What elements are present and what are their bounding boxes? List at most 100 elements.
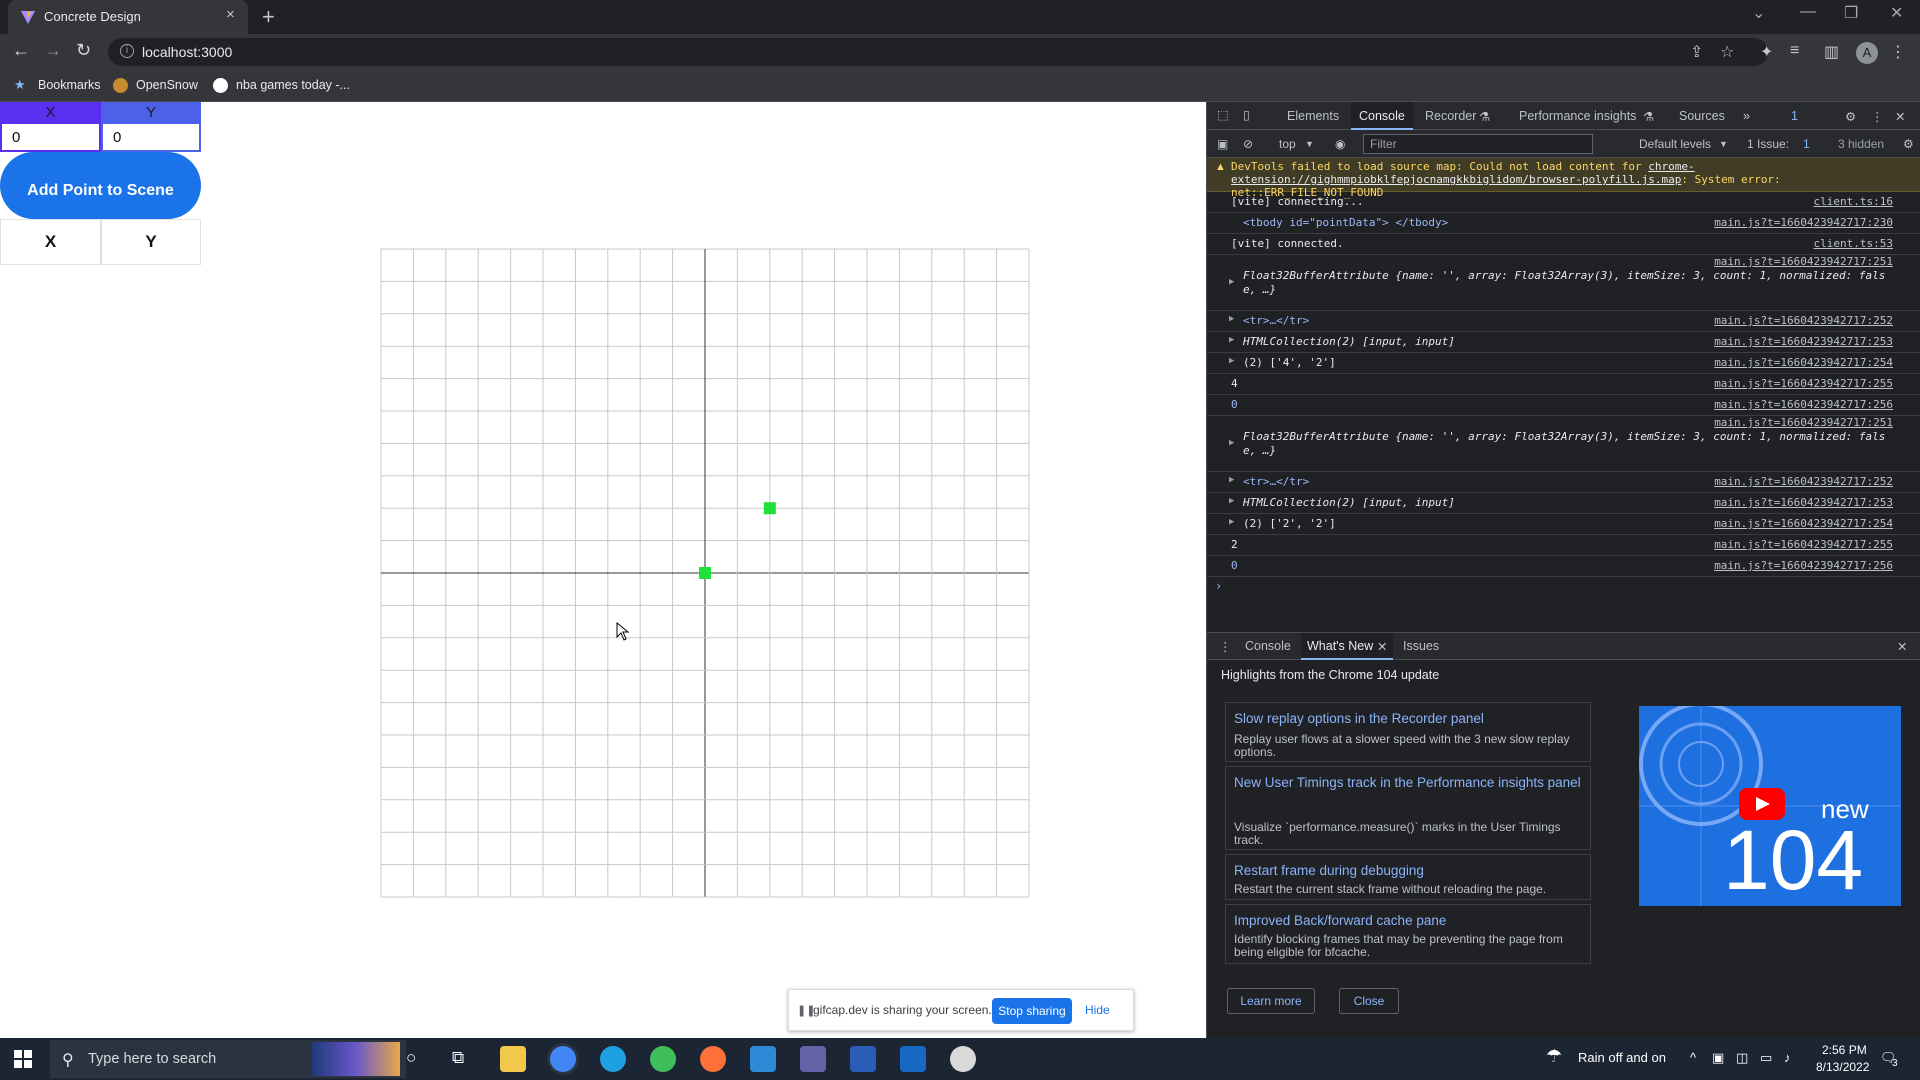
edge-icon[interactable] [600, 1046, 626, 1072]
feature-title[interactable]: Improved Back/forward cache pane [1234, 909, 1584, 933]
scene-point[interactable] [763, 502, 776, 515]
tab-recorder[interactable]: Recorder [1425, 109, 1476, 123]
taskbar-search[interactable]: ⚲ Type here to search [50, 1040, 406, 1078]
tab-sources[interactable]: Sources [1679, 109, 1725, 123]
scene-point[interactable] [699, 567, 711, 579]
console-row[interactable]: ▶ (2) ['2', '2'] main.js?t=1660423942717:2… [1207, 514, 1920, 535]
expand-triangle-icon[interactable]: ▶ [1229, 438, 1234, 448]
console-row[interactable]: ▶ Float32BufferAttribute {name: '', array… [1207, 255, 1920, 311]
teams-icon[interactable] [800, 1046, 826, 1072]
console-source-link[interactable]: client.ts:53 [1814, 237, 1893, 250]
new-tab-button[interactable]: + [262, 4, 275, 30]
tray-overflow-icon[interactable]: ^ [1690, 1050, 1696, 1065]
drawer-menu-icon[interactable]: ⋮ [1219, 639, 1232, 654]
feature-card[interactable]: Restart frame during debugging Restart t… [1225, 854, 1591, 900]
tab-elements[interactable]: Elements [1287, 109, 1339, 123]
bookmark-star-icon[interactable]: ☆ [1720, 42, 1734, 62]
expand-triangle-icon[interactable]: ▶ [1229, 314, 1234, 324]
clock-time[interactable]: 2:56 PM [1822, 1043, 1867, 1057]
reload-icon[interactable]: ↻ [76, 40, 91, 61]
console-row[interactable]: ▶ HTMLCollection(2) [input, input] main.js… [1207, 332, 1920, 353]
minimize-icon[interactable]: — [1800, 3, 1816, 21]
address-bar[interactable]: i localhost:3000 [108, 38, 1768, 66]
chat-app-icon[interactable] [650, 1046, 676, 1072]
expand-triangle-icon[interactable]: ▶ [1229, 335, 1234, 345]
console-source-link[interactable]: main.js?t=1660423942717:252 [1714, 314, 1893, 327]
console-row[interactable]: 0 main.js?t=1660423942717:256 [1207, 556, 1920, 577]
close-button[interactable]: Close [1339, 988, 1399, 1014]
console-row[interactable]: <tbody id="pointData"> </tbody> main.js?t… [1207, 213, 1920, 234]
console-row[interactable]: [vite] connecting... client.ts:16 [1207, 192, 1920, 213]
forward-icon[interactable]: → [44, 40, 62, 61]
expand-triangle-icon[interactable]: ▶ [1229, 496, 1234, 506]
console-row[interactable]: 4 main.js?t=1660423942717:255 [1207, 374, 1920, 395]
console-source-link[interactable]: main.js?t=1660423942717:254 [1714, 517, 1893, 530]
inspect-icon[interactable]: ⬚ [1217, 107, 1229, 122]
learn-more-button[interactable]: Learn more [1227, 988, 1315, 1014]
console-source-link[interactable]: main.js?t=1660423942717:251 [1714, 255, 1893, 268]
clock-date[interactable]: 8/13/2022 [1816, 1060, 1869, 1074]
mail-icon[interactable] [900, 1046, 926, 1072]
task-view-icon[interactable]: ⧉ [452, 1048, 464, 1068]
windows-start-icon[interactable] [14, 1050, 32, 1068]
chrome-104-video-thumbnail[interactable]: new 104 [1639, 706, 1901, 906]
console-source-link[interactable]: main.js?t=1660423942717:253 [1714, 335, 1893, 348]
expand-triangle-icon[interactable]: ▶ [1229, 277, 1234, 287]
cortana-icon[interactable]: ○ [406, 1048, 416, 1068]
drawer-tab-console[interactable]: Console [1245, 639, 1291, 653]
file-explorer-icon[interactable] [500, 1046, 526, 1072]
console-filter-input[interactable]: Filter [1363, 134, 1593, 154]
firefox-icon[interactable] [700, 1046, 726, 1072]
bookmark-item-opensnow[interactable]: OpenSnow [136, 78, 198, 92]
context-select[interactable]: top [1279, 137, 1296, 151]
console-row[interactable]: 2 main.js?t=1660423942717:255 [1207, 535, 1920, 556]
clear-console-icon[interactable]: ⊘ [1243, 137, 1253, 151]
feature-title[interactable]: Restart frame during debugging [1234, 859, 1584, 883]
customize-menu-icon[interactable]: ⋮ [1871, 109, 1884, 124]
console-source-link[interactable]: main.js?t=1660423942717:255 [1714, 377, 1893, 390]
restore-icon[interactable]: ❐ [1844, 3, 1858, 23]
messages-badge[interactable]: 1 [1791, 109, 1798, 123]
drawer-tab-whats-new[interactable]: What's New [1307, 639, 1373, 653]
log-levels-select[interactable]: Default levels [1639, 137, 1711, 151]
console-row[interactable]: ▶ <tr>…</tr> main.js?t=1660423942717:252 [1207, 311, 1920, 332]
bookmark-item-bookmarks[interactable]: Bookmarks [38, 78, 101, 92]
drawer-tab-issues[interactable]: Issues [1403, 639, 1439, 653]
browser-tab[interactable]: Concrete Design × [8, 0, 248, 34]
weather-icon[interactable]: ☂ [1546, 1046, 1562, 1067]
expand-triangle-icon[interactable]: ▶ [1229, 475, 1234, 485]
sidebar-toggle-icon[interactable]: ▣ [1217, 137, 1228, 151]
whats-new-close-icon[interactable]: ✕ [1377, 639, 1387, 654]
more-tabs-icon[interactable]: » [1743, 109, 1750, 123]
feature-card[interactable]: New User Timings track in the Performanc… [1225, 766, 1591, 850]
hide-share-bar-button[interactable]: Hide [1085, 1003, 1110, 1017]
scene-grid[interactable] [380, 248, 1030, 898]
console-row[interactable]: ▶ <tr>…</tr> main.js?t=1660423942717:252 [1207, 472, 1920, 493]
expand-triangle-icon[interactable]: ▶ [1229, 356, 1234, 366]
console-row[interactable]: ▶ HTMLCollection(2) [input, input] main.js… [1207, 493, 1920, 514]
console-source-link[interactable]: client.ts:16 [1814, 195, 1893, 208]
tray-app-icon[interactable]: ▣ [1712, 1050, 1724, 1066]
menu-icon[interactable]: ⋮ [1890, 42, 1906, 62]
console-prompt[interactable]: › [1215, 579, 1222, 593]
tab-performance-insights[interactable]: Performance insights [1519, 109, 1636, 123]
feature-title[interactable]: Slow replay options in the Recorder pane… [1234, 707, 1584, 731]
eye-icon[interactable]: ◉ [1335, 137, 1345, 151]
profile-avatar[interactable]: A [1856, 42, 1878, 64]
console-source-link[interactable]: main.js?t=1660423942717:253 [1714, 496, 1893, 509]
add-point-button[interactable]: Add Point to Scene [0, 152, 201, 219]
feature-title[interactable]: New User Timings track in the Performanc… [1234, 771, 1584, 795]
feature-card[interactable]: Improved Back/forward cache pane Identif… [1225, 904, 1591, 964]
tab-console[interactable]: Console [1359, 109, 1405, 123]
console-source-link[interactable]: main.js?t=1660423942717:254 [1714, 356, 1893, 369]
settings-gear-icon[interactable]: ⚙ [1845, 109, 1856, 124]
x-input[interactable] [0, 124, 101, 152]
vscode-icon[interactable] [750, 1046, 776, 1072]
powershell-icon[interactable] [850, 1046, 876, 1072]
console-row[interactable]: ▶ Float32BufferAttribute {name: '', array… [1207, 416, 1920, 472]
volume-icon[interactable]: ♪ [1784, 1050, 1791, 1065]
site-info-icon[interactable]: i [120, 44, 134, 58]
console-source-link[interactable]: main.js?t=1660423942717:256 [1714, 559, 1893, 572]
issues-button[interactable]: 1 Issue: [1747, 137, 1789, 151]
snipping-tool-icon[interactable] [950, 1046, 976, 1072]
